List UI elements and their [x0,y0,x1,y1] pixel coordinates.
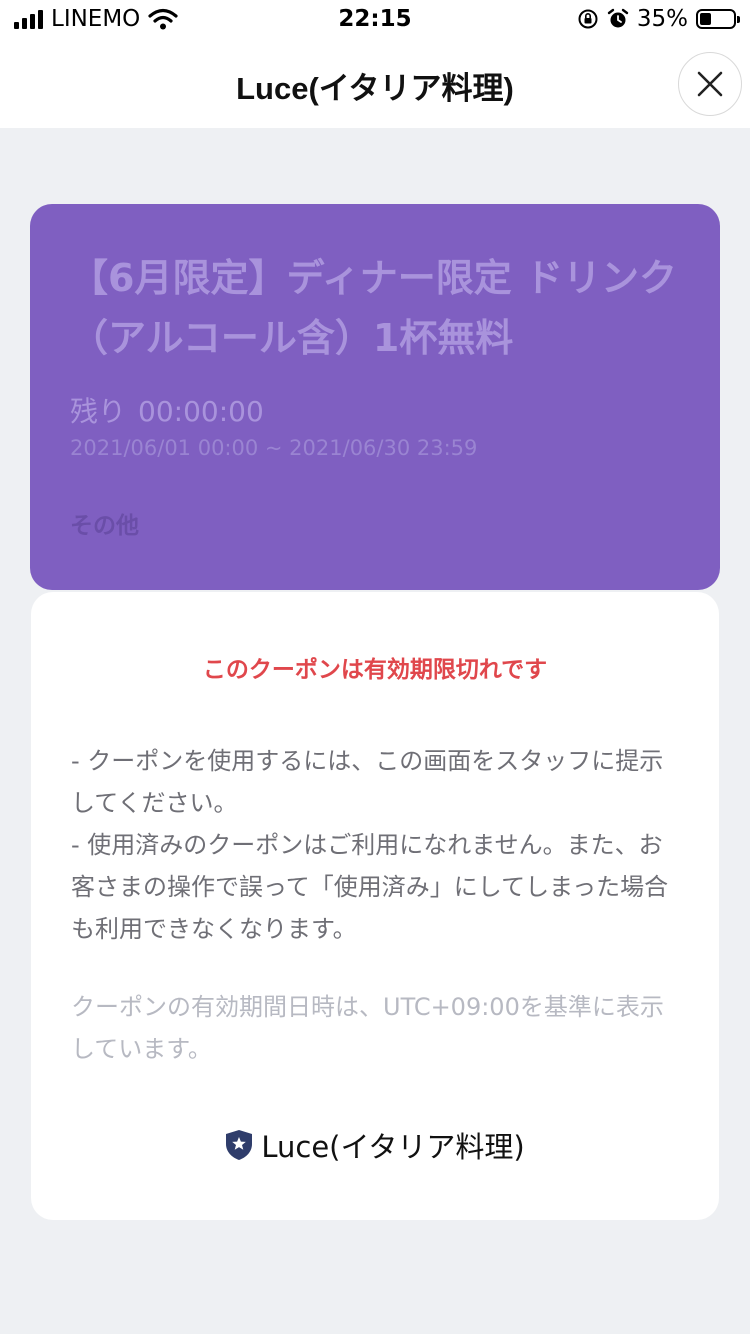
carrier-name: LINEMO [51,6,141,32]
battery-percent: 35% [636,6,688,32]
status-right: 35% [577,6,740,32]
page-title: Luce(イタリア料理) [236,70,514,106]
alarm-icon [607,8,629,28]
battery-icon [696,9,740,29]
close-icon [697,71,723,97]
signal-bars-icon [14,9,43,29]
expired-message: このクーポンは有効期限切れです [202,657,548,683]
coupon-remaining: 残り 00:00:00 [70,390,680,430]
remaining-timer: 00:00:00 [138,395,264,428]
coupon-details-card: このクーポンは有効期限切れです - クーポンを使用するには、この画面をスタッフに… [31,592,719,1220]
brand-link[interactable]: Luce(イタリア料理) [31,1124,719,1166]
remaining-label: 残り [70,395,127,428]
wifi-icon [148,8,178,30]
status-bar: LINEMO 22:15 35% [0,0,750,42]
coupon-category: その他 [70,513,139,539]
battery-fill [700,13,711,25]
orientation-lock-icon [578,9,598,29]
coupon-card: 【6月限定】ディナー限定 ドリンク（アルコール含）1杯無料 残り 00:00:00… [30,204,720,590]
usage-note-1: - クーポンを使用するには、この画面をスタッフに提示してください。 [71,747,664,817]
app-header: Luce(イタリア料理) [0,42,750,128]
shield-star-icon [226,1130,253,1160]
brand-name: Luce(イタリア料理) [261,1130,525,1164]
timezone-note: クーポンの有効期間日時は、UTC+09:00を基準に表示しています。 [71,993,664,1063]
status-left: LINEMO [14,6,178,32]
coupon-period: 2021/06/01 00:00 ~ 2021/06/30 23:59 [70,436,478,460]
usage-note-2: - 使用済みのクーポンはご利用になれません。また、お客さまの操作で誤って「使用済… [71,831,669,943]
usage-notes: - クーポンを使用するには、この画面をスタッフに提示してください。 - 使用済み… [71,740,679,950]
close-button[interactable] [678,52,742,116]
coupon-title: 【6月限定】ディナー限定 ドリンク（アルコール含）1杯無料 [70,256,678,360]
